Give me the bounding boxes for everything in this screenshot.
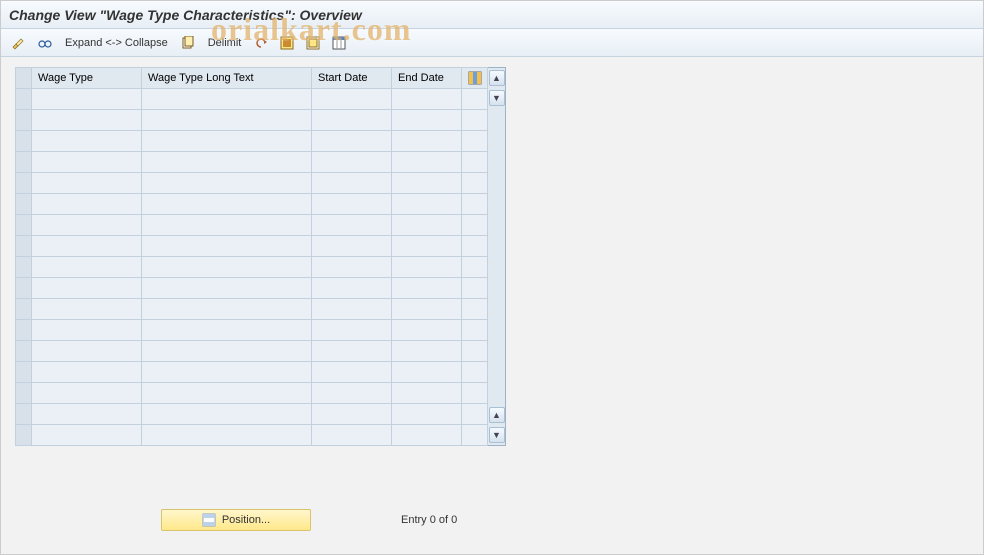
scroll-up-button-2[interactable]: ▲ (489, 407, 505, 423)
chevron-down-icon: ▼ (492, 93, 501, 103)
copy-icon (181, 36, 195, 50)
position-label: Position... (222, 514, 270, 526)
entry-status: Entry 0 of 0 (401, 514, 457, 526)
copy-as-button[interactable] (176, 33, 200, 53)
table-row[interactable] (16, 173, 488, 194)
chevron-down-icon: ▼ (492, 430, 501, 440)
table-row[interactable] (16, 278, 488, 299)
select-all-icon (280, 36, 294, 50)
table-container: Wage Type Wage Type Long Text Start Date… (15, 67, 983, 446)
col-wage-type[interactable]: Wage Type (32, 68, 142, 89)
configure-columns-button[interactable] (462, 68, 488, 89)
deselect-all-icon (306, 36, 320, 50)
configure-columns-icon (468, 71, 482, 85)
vertical-scrollbar[interactable]: ▲ ▼ ▲ ▼ (488, 67, 506, 446)
col-wage-type-long-text[interactable]: Wage Type Long Text (142, 68, 312, 89)
table-row[interactable] (16, 194, 488, 215)
table-row[interactable] (16, 257, 488, 278)
table-header-row: Wage Type Wage Type Long Text Start Date… (16, 68, 488, 89)
chevron-up-icon: ▲ (492, 73, 501, 83)
scroll-up-button[interactable]: ▲ (489, 70, 505, 86)
glasses-icon (38, 36, 52, 50)
pencil-glasses-icon (12, 36, 26, 50)
table-settings-button[interactable] (327, 33, 351, 53)
undo-button[interactable] (249, 33, 273, 53)
footer: Position... Entry 0 of 0 (1, 506, 983, 534)
view-title: Change View "Wage Type Characteristics":… (1, 1, 983, 29)
table-row[interactable] (16, 320, 488, 341)
expand-collapse-button[interactable]: Expand <-> Collapse (59, 37, 174, 49)
table-row[interactable] (16, 152, 488, 173)
table-row[interactable] (16, 341, 488, 362)
app-window: orialkart.com Change View "Wage Type Cha… (0, 0, 984, 555)
col-end-date[interactable]: End Date (392, 68, 462, 89)
undo-icon (254, 36, 268, 50)
table-row[interactable] (16, 425, 488, 446)
table-row[interactable] (16, 236, 488, 257)
table-body (16, 89, 488, 446)
position-icon (202, 513, 216, 527)
deselect-all-button[interactable] (301, 33, 325, 53)
table-settings-icon (332, 36, 346, 50)
table-row[interactable] (16, 383, 488, 404)
table-row[interactable] (16, 131, 488, 152)
col-start-date[interactable]: Start Date (312, 68, 392, 89)
delimit-button[interactable]: Delimit (202, 37, 248, 49)
wage-type-table[interactable]: Wage Type Wage Type Long Text Start Date… (15, 67, 488, 446)
toggle-display-change-button[interactable] (7, 33, 31, 53)
content-area: Wage Type Wage Type Long Text Start Date… (1, 57, 983, 446)
toolbar: Expand <-> Collapse Delimit (1, 29, 983, 57)
scroll-down-button-2[interactable]: ▼ (489, 427, 505, 443)
table-row[interactable] (16, 110, 488, 131)
scroll-down-button[interactable]: ▼ (489, 90, 505, 106)
table-row[interactable] (16, 215, 488, 236)
table-row[interactable] (16, 89, 488, 110)
position-button[interactable]: Position... (161, 509, 311, 531)
table-row[interactable] (16, 404, 488, 425)
table-row[interactable] (16, 299, 488, 320)
select-all-button[interactable] (275, 33, 299, 53)
row-selector-header[interactable] (16, 68, 32, 89)
other-view-button[interactable] (33, 33, 57, 53)
table-row[interactable] (16, 362, 488, 383)
chevron-up-icon: ▲ (492, 410, 501, 420)
